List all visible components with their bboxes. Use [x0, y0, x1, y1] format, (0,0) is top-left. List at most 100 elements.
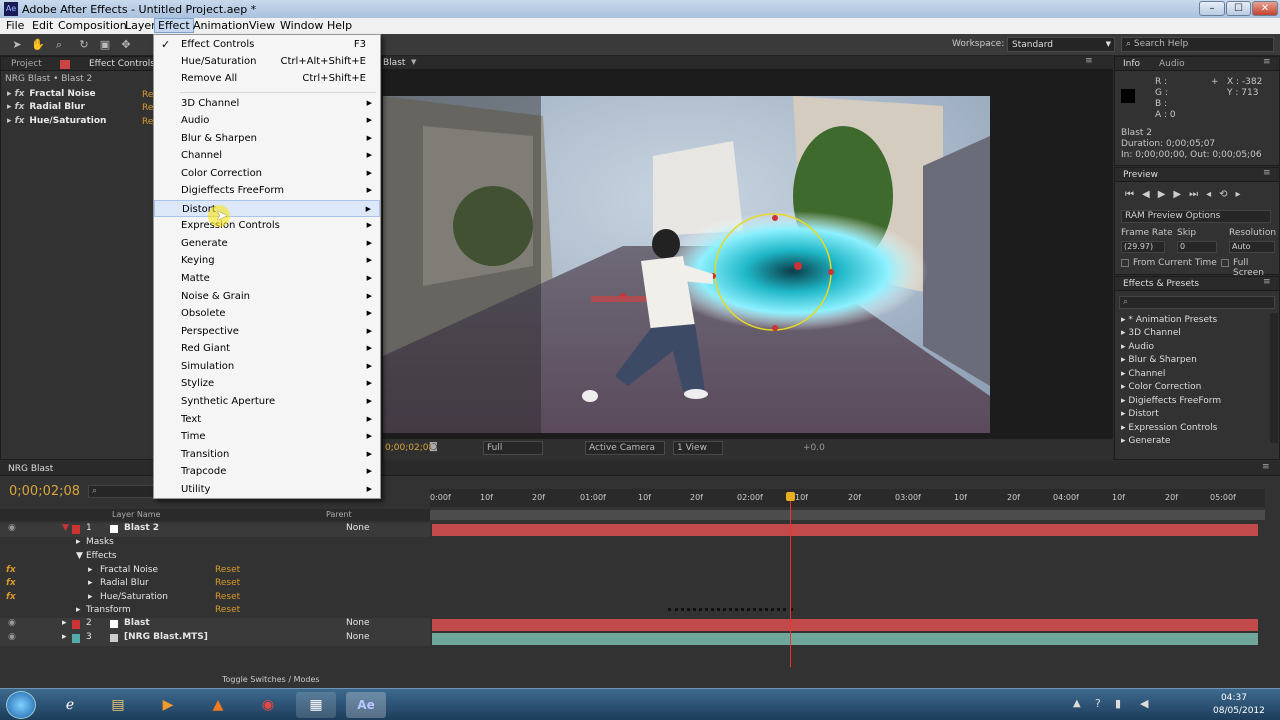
menu-item-hue-saturation[interactable]: Hue/Saturation Ctrl+Alt+Shift+E	[154, 53, 380, 70]
chrome-icon[interactable]: ◉	[248, 692, 288, 718]
menu-item-utility[interactable]: Utility ▶	[154, 481, 380, 498]
menu-item-channel[interactable]: Channel ▶	[154, 147, 380, 164]
layer-row[interactable]: ◉ ▸ 3 [NRG Blast.MTS] None	[0, 632, 430, 646]
layer-name[interactable]: [NRG Blast.MTS]	[124, 632, 208, 642]
fx-icon[interactable]: fx	[6, 592, 16, 602]
reset-link[interactable]: Re	[142, 103, 153, 113]
effect-row[interactable]: ▸ fx Radial Blur	[7, 102, 85, 115]
full-screen-checkbox[interactable]	[1221, 259, 1229, 267]
layer-bar-footage[interactable]	[432, 633, 1258, 645]
clock-time[interactable]: 04:37	[1221, 693, 1247, 703]
loop-icon[interactable]: ⟲	[1219, 189, 1235, 200]
tab-effect-controls[interactable]: Effect Controls	[89, 59, 155, 69]
fx-icon[interactable]: fx	[6, 578, 16, 588]
menu-item-generate[interactable]: Generate ▶	[154, 235, 380, 252]
toggle-switches-modes-button[interactable]: Toggle Switches / Modes	[222, 675, 320, 684]
preset-item[interactable]: ▸ 3D Channel	[1121, 328, 1181, 341]
effects-group-row[interactable]: ▼ Effects	[0, 551, 430, 565]
camera-dropdown[interactable]: Active Camera	[585, 441, 665, 455]
time-ruler[interactable]: 0:00f 10f 20f 01:00f 10f 20f 02:00f 10f …	[430, 489, 1265, 507]
preset-item[interactable]: ▸ Color Correction	[1121, 382, 1201, 395]
frame-rate-dropdown[interactable]: (29.97)	[1121, 241, 1165, 253]
layer-row[interactable]: ◉ ▼ 1 Blast 2 None	[0, 523, 430, 537]
tray-arrow-icon[interactable]: ▲	[1073, 698, 1081, 709]
skip-dropdown[interactable]: 0	[1177, 241, 1217, 253]
from-current-time-checkbox[interactable]	[1121, 259, 1129, 267]
effect-row[interactable]: ▸ fx Hue/Saturation	[7, 116, 106, 129]
preset-item[interactable]: ▸ Expression Controls	[1121, 423, 1217, 436]
effect-row[interactable]: fx ▸ Fractal Noise Reset	[0, 565, 430, 579]
tab-audio[interactable]: Audio	[1159, 59, 1185, 69]
eye-icon[interactable]: ◉	[8, 632, 16, 642]
menu-item-trapcode[interactable]: Trapcode ▶	[154, 463, 380, 480]
menu-item-expression-controls[interactable]: Expression Controls ▶	[154, 217, 380, 234]
hand-tool-icon[interactable]: ✋	[31, 38, 45, 52]
menu-item-perspective[interactable]: Perspective ▶	[154, 323, 380, 340]
vlc-icon[interactable]: ▲	[198, 692, 238, 718]
label-color-icon[interactable]	[72, 620, 80, 629]
chevron-right-icon[interactable]: ▸	[62, 618, 67, 628]
maximize-button[interactable]: ☐	[1226, 1, 1251, 16]
menu-edit[interactable]: Edit	[29, 19, 56, 32]
minimize-button[interactable]: –	[1199, 1, 1225, 16]
menu-item-text[interactable]: Text ▶	[154, 411, 380, 428]
reset-link[interactable]: Reset	[215, 565, 240, 575]
media-player-icon[interactable]: ▶	[148, 692, 188, 718]
effect-row[interactable]: fx ▸ Radial Blur Reset	[0, 578, 430, 592]
workspace-dropdown[interactable]: Standard ▼	[1007, 37, 1115, 52]
next-frame-icon[interactable]: ▶	[1173, 189, 1189, 200]
layer-row[interactable]: ◉ ▸ 2 Blast None	[0, 618, 430, 632]
reset-link[interactable]: Reset	[215, 605, 240, 615]
first-frame-icon[interactable]: ⏮	[1125, 189, 1142, 200]
timeline-timecode[interactable]: 0;00;02;08	[9, 484, 80, 499]
menu-item-stylize[interactable]: Stylize ▶	[154, 375, 380, 392]
rotate-tool-icon[interactable]: ↻	[77, 38, 91, 52]
layer-bar-blast[interactable]	[432, 619, 1258, 631]
preset-item[interactable]: ▸ Generate	[1121, 436, 1170, 449]
snapshot-icon[interactable]: ◙	[429, 442, 438, 452]
viewer-timecode[interactable]: 0;00;02;08	[385, 443, 434, 453]
current-time-indicator[interactable]	[790, 492, 791, 667]
preset-item[interactable]: ▸ Channel	[1121, 369, 1165, 382]
menu-item-keying[interactable]: Keying ▶	[154, 252, 380, 269]
camera-tool-icon[interactable]: ▣	[98, 38, 112, 52]
effect-row[interactable]: ▸ fx Fractal Noise	[7, 89, 96, 102]
menu-item-transition[interactable]: Transition ▶	[154, 446, 380, 463]
tab-effects-presets[interactable]: Effects & Presets	[1123, 279, 1199, 289]
effects-scrollbar[interactable]	[1270, 313, 1278, 443]
timeline-search-input[interactable]: ⌕	[88, 485, 154, 498]
menu-item-time[interactable]: Time ▶	[154, 428, 380, 445]
menu-composition[interactable]: Composition	[55, 19, 130, 32]
effect-row[interactable]: fx ▸ Hue/Saturation Reset	[0, 592, 430, 606]
chevron-right-icon[interactable]: ▸	[62, 632, 67, 642]
reset-link[interactable]: Reset	[215, 592, 240, 602]
menu-item-remove-all[interactable]: Remove All Ctrl+Shift+E	[154, 70, 380, 87]
start-button[interactable]	[6, 691, 36, 719]
menu-item-synthetic-aperture[interactable]: Synthetic Aperture ▶	[154, 393, 380, 410]
last-frame-icon[interactable]: ⏭	[1189, 189, 1206, 200]
playhead-handle[interactable]	[786, 492, 795, 501]
panel-menu-icon[interactable]: ≡	[1085, 56, 1093, 66]
effects-search-input[interactable]: ⌕	[1119, 296, 1275, 309]
search-help-field[interactable]: ⌕ Search Help	[1121, 37, 1274, 52]
menu-item-digieffects-freeform[interactable]: Digieffects FreeForm ▶	[154, 182, 380, 199]
clock-date[interactable]: 08/05/2012	[1213, 706, 1265, 716]
preset-item[interactable]: ▸ Blur & Sharpen	[1121, 355, 1197, 368]
tab-info[interactable]: Info	[1123, 59, 1140, 69]
prev-frame-icon[interactable]: ◀	[1142, 189, 1158, 200]
keyframes[interactable]	[668, 608, 793, 612]
zoom-tool-icon[interactable]: ⌕	[52, 38, 66, 52]
eye-icon[interactable]: ◉	[8, 618, 16, 628]
view-layout-dropdown[interactable]: 1 View	[673, 441, 723, 455]
menu-animation[interactable]: Animation	[190, 19, 252, 32]
pan-behind-tool-icon[interactable]: ✥	[119, 38, 133, 52]
network-icon[interactable]: ▮	[1115, 697, 1121, 710]
transform-row[interactable]: ▸ Transform Reset	[0, 605, 430, 619]
internet-explorer-icon[interactable]: ℯ	[50, 692, 90, 718]
layer-bar-blast-2[interactable]	[432, 524, 1258, 536]
parent-dropdown[interactable]: None	[346, 632, 369, 642]
ram-preview-icon[interactable]: ▸	[1236, 189, 1249, 200]
menu-item-blur-sharpen[interactable]: Blur & Sharpen ▶	[154, 130, 380, 147]
tab-comp-blast[interactable]: Blast	[383, 58, 405, 68]
mute-icon[interactable]: ◂	[1206, 189, 1219, 200]
